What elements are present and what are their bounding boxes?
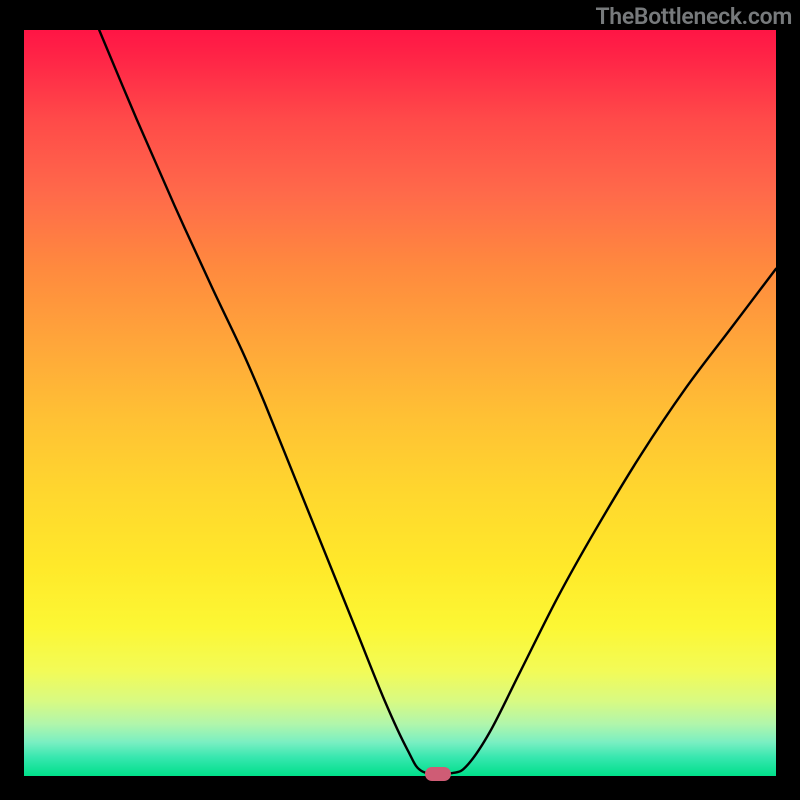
chart-container: TheBottleneck.com — [0, 0, 800, 800]
watermark-text: TheBottleneck.com — [595, 3, 792, 30]
plot-area — [24, 30, 776, 776]
optimal-marker — [425, 767, 451, 781]
bottleneck-curve — [99, 30, 776, 774]
curve-svg — [24, 30, 776, 776]
